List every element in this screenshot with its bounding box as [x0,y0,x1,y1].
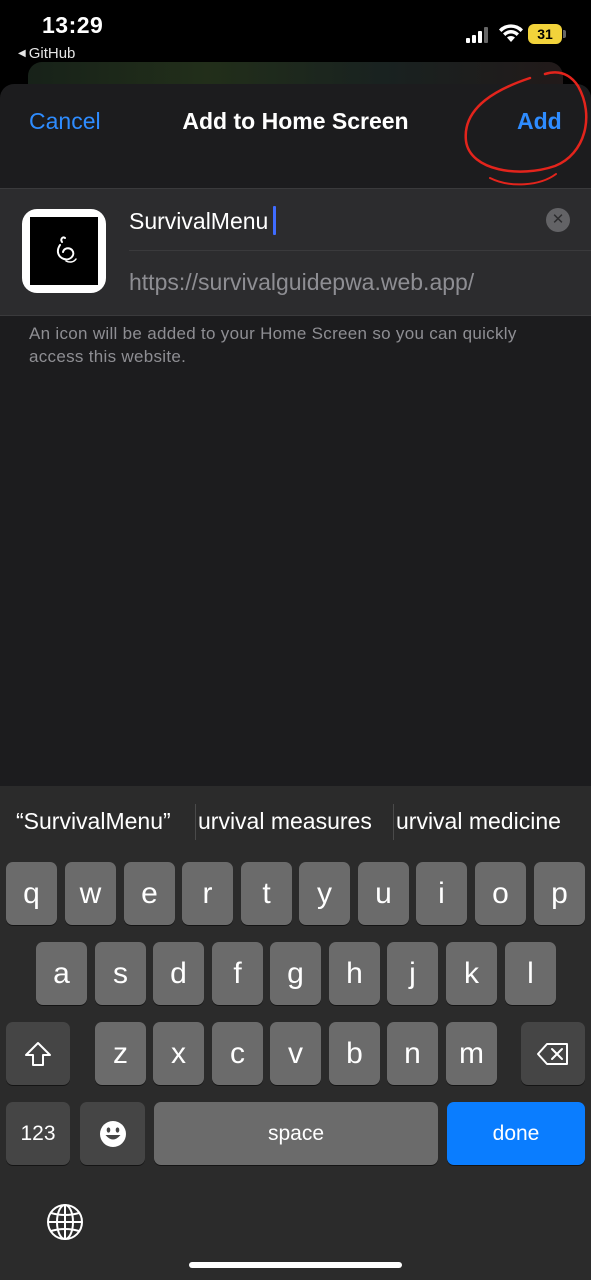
shortcut-name-input[interactable] [129,203,529,239]
suggestion-3[interactable]: urvival medicine [396,808,586,835]
clear-x-icon: ✕ [551,211,565,228]
back-triangle-icon: ◀ [18,48,26,59]
key-m[interactable]: m [446,1022,497,1085]
key-v[interactable]: v [270,1022,321,1085]
key-w[interactable]: w [65,862,116,925]
key-e[interactable]: e [124,862,175,925]
back-to-app-link[interactable]: ◀ GitHub [18,45,75,62]
website-app-icon [22,209,106,293]
key-k[interactable]: k [446,942,497,1005]
suggestion-separator [195,804,196,840]
add-hint-text: An icon will be added to your Home Scree… [29,324,517,366]
key-p[interactable]: p [534,862,585,925]
suggestion-2[interactable]: urvival measures [198,808,388,835]
key-y[interactable]: y [299,862,350,925]
clear-text-button[interactable]: ✕ [546,208,570,232]
app-icon-graphic [30,217,98,285]
battery-icon: 31 [528,24,562,44]
key-z[interactable]: z [95,1022,146,1085]
wifi-icon [499,24,523,42]
key-i[interactable]: i [416,862,467,925]
key-c[interactable]: c [212,1022,263,1085]
sheet-title: Add to Home Screen [182,108,409,134]
key-s[interactable]: s [95,942,146,1005]
key-t[interactable]: t [241,862,292,925]
key-g[interactable]: g [270,942,321,1005]
card-divider [129,250,591,251]
key-u[interactable]: u [358,862,409,925]
shift-key[interactable] [6,1022,70,1085]
key-l[interactable]: l [505,942,556,1005]
key-j[interactable]: j [387,942,438,1005]
home-indicator[interactable] [189,1262,402,1268]
key-x[interactable]: x [153,1022,204,1085]
backspace-icon [537,1042,568,1065]
shift-arrow-icon [25,1041,51,1066]
key-d[interactable]: d [153,942,204,1005]
delete-key[interactable] [521,1022,585,1085]
done-key[interactable]: done [447,1102,585,1165]
emoji-face-icon [99,1120,126,1147]
status-time: 13:29 [42,12,104,38]
add-button[interactable]: Add [517,108,562,135]
key-a[interactable]: a [36,942,87,1005]
survival-logo-icon [56,236,77,263]
website-url: https://survivalguidepwa.web.app/ [129,269,475,295]
back-app-label: GitHub [28,45,76,62]
key-r[interactable]: r [182,862,233,925]
numbers-key[interactable]: 123 [6,1102,70,1165]
key-n[interactable]: n [387,1022,438,1085]
key-b[interactable]: b [329,1022,380,1085]
key-h[interactable]: h [329,942,380,1005]
suggestion-separator [393,804,394,840]
emoji-key[interactable] [80,1102,145,1165]
text-caret [273,206,276,235]
cellular-signal-icon [466,27,488,43]
suggestion-1[interactable]: “SurvivalMenu” [16,808,188,835]
key-q[interactable]: q [6,862,57,925]
key-o[interactable]: o [475,862,526,925]
globe-icon[interactable] [45,1202,85,1242]
key-f[interactable]: f [212,942,263,1005]
battery-tip [563,30,566,38]
space-key[interactable]: space [154,1102,438,1165]
